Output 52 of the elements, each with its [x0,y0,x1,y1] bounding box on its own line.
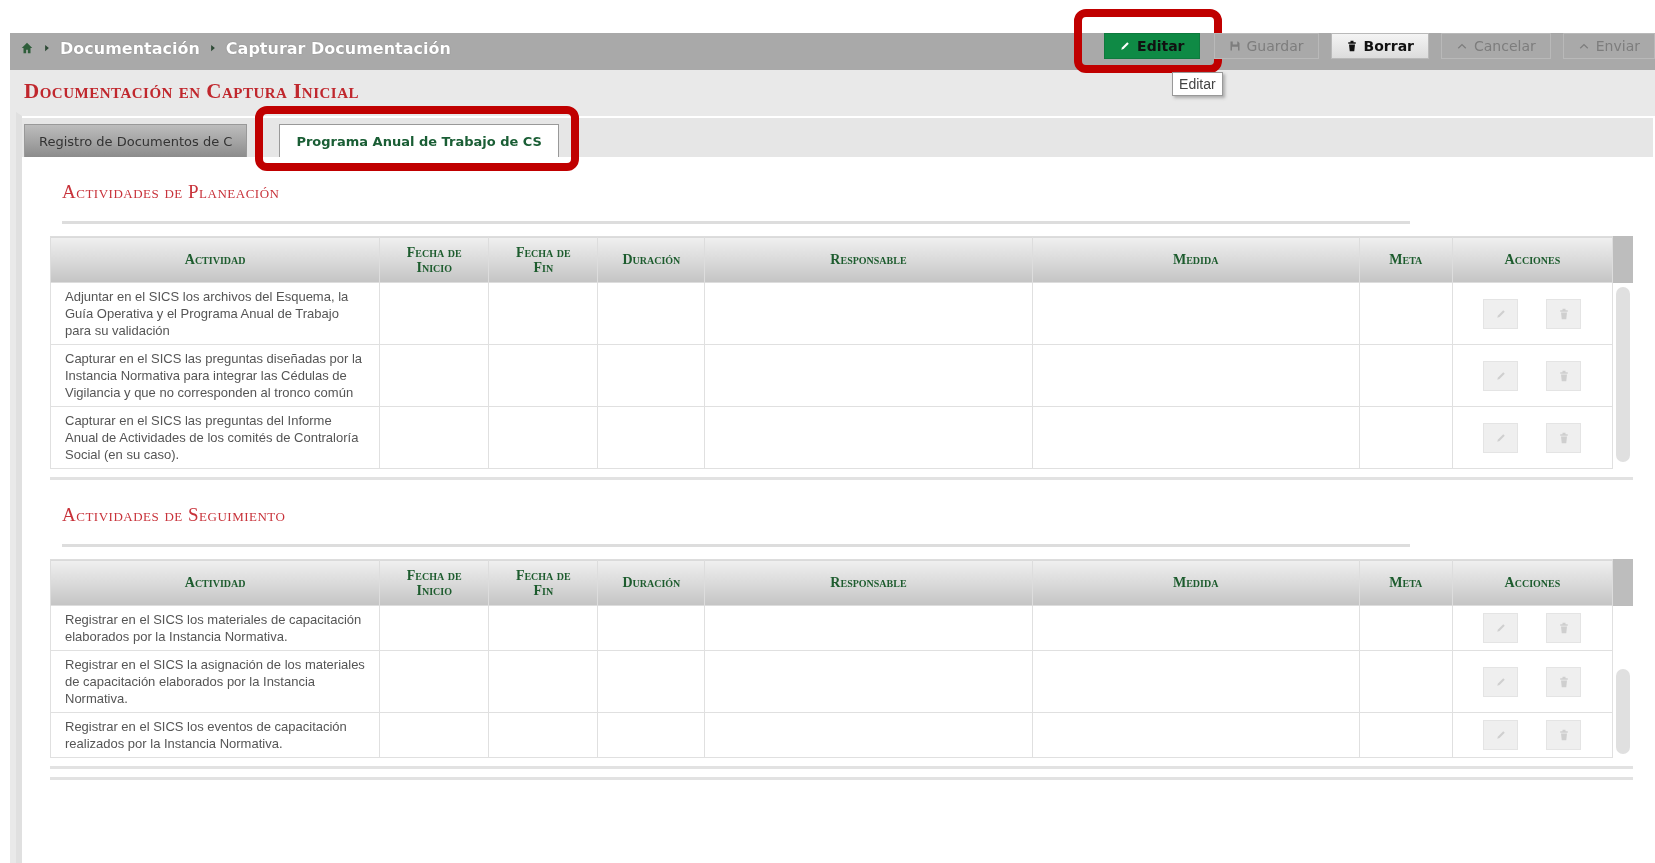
column-header: Medida [1032,559,1360,606]
column-header: Fecha de Fin [488,559,598,606]
column-header: Actividad [50,559,380,606]
trash-icon [1557,675,1570,688]
table-cell: Capturar en el SICS las preguntas del Informe Anual de Actividades de los comités de Contraloría Social (en su caso). [50,406,380,469]
column-header: Meta [1359,559,1453,606]
tab[interactable]: Registro de Documentos de C [24,124,248,157]
table-cell: Registrar en el SICS la asignación de los materiales de capacitación elaborados por la Instancia Normativa. [50,650,380,713]
scrollbar-header [1613,236,1633,283]
table-cell: Adjuntar en el SICS los archivos del Esquema, la Guía Operativa y el Programa Anual de Trabajo para su validación [50,282,380,345]
trash-icon [1557,431,1570,444]
trash-icon [1557,622,1570,634]
home-icon [20,41,34,55]
trash-icon [1557,369,1570,382]
pencil-icon [1494,729,1507,741]
section-title: Actividades de Planeación [62,181,281,203]
column-header: Acciones [1452,236,1613,283]
column-header: Fecha de Fin [488,236,598,283]
column-header: Fecha de Inicio [379,236,489,283]
trash-icon [1345,40,1358,52]
table-cell: Capturar en el SICS las preguntas diseñadas por la Instancia Normativa para integrar las Cédulas de Vigilancia y que no corresponden al tronco común [50,344,380,407]
tab[interactable]: Programa Anual de Trabajo de CS [279,124,559,157]
table-cell: Registrar en el SICS los eventos de capacitación realizados por la Instancia Normativa. [50,712,380,758]
column-header: Duración [597,236,705,283]
column-header: Meta [1359,236,1453,283]
trash-icon [1557,307,1570,320]
toolbar-button[interactable]: Editar [1104,33,1200,59]
save-icon [1228,40,1241,52]
page-title: Documentación en Captura Inicial [24,78,359,104]
pencil-icon [1494,307,1507,320]
column-header: Fecha de Inicio [379,559,489,606]
trash-icon [1557,729,1570,741]
column-header: Responsable [704,559,1033,606]
column-header: Responsable [704,236,1033,283]
scrollbar-header [1613,559,1633,606]
column-header: Duración [597,559,705,606]
pencil-icon [1494,622,1507,634]
scrollbar-thumb[interactable] [1616,287,1630,462]
pencil-icon [1494,431,1507,444]
section-title: Actividades de Seguimiento [62,504,287,526]
table-cell: Registrar en el SICS los materiales de capacitación elaborados por la Instancia Normativa. [50,605,380,651]
column-header: Medida [1032,236,1360,283]
tooltip: Editar [1172,72,1223,96]
column-header: Actividad [50,236,380,283]
pencil-icon [1494,675,1507,688]
column-header: Acciones [1452,559,1613,606]
breadcrumb-link[interactable]: Documentación [60,38,200,58]
breadcrumb-link[interactable]: Capturar Documentación [225,38,451,58]
pencil-icon [1494,369,1507,382]
pencil-icon [1119,40,1132,52]
toolbar-button[interactable]: Borrar [1330,33,1429,59]
scrollbar-thumb[interactable] [1616,669,1630,754]
